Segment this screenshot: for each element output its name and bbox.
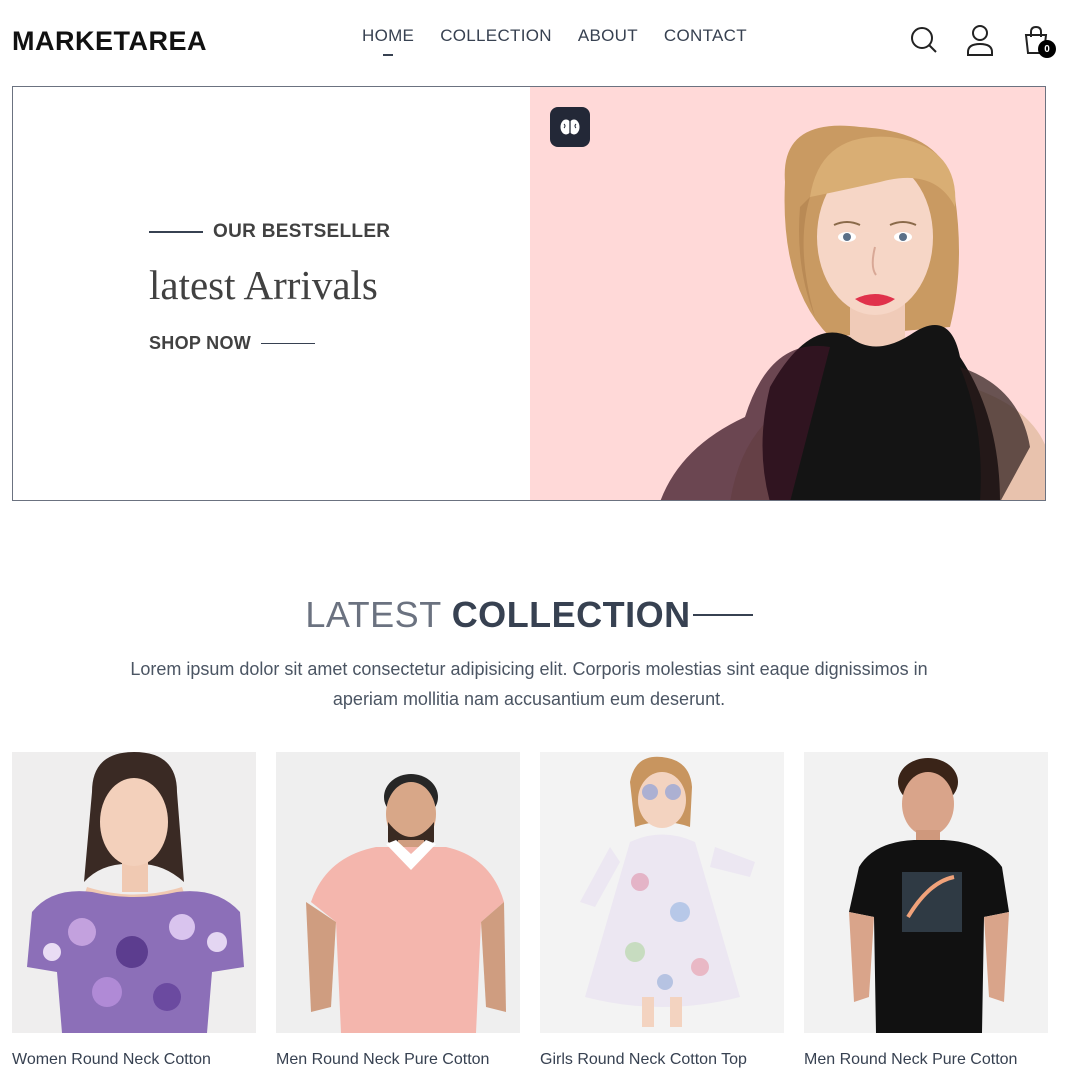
section-title-bold: COLLECTION: [451, 594, 691, 635]
section-title: LATEST COLLECTION: [0, 594, 1058, 636]
product-name[interactable]: Girls Round Neck Cotton Top: [540, 1051, 784, 1069]
product-name[interactable]: Men Round Neck Pure Cotton: [276, 1051, 520, 1069]
product-name[interactable]: Men Round Neck Pure Cotton: [804, 1051, 1048, 1069]
product-image[interactable]: [276, 752, 520, 1033]
product-card[interactable]: Men Round Neck Pure Cotton: [804, 752, 1048, 1069]
hero-banner: OUR BESTSELLER latest Arrivals SHOP NOW: [12, 86, 1046, 501]
product-grid: Women Round Neck Cotton Men Round Neck P…: [12, 752, 1048, 1069]
shop-now-label[interactable]: SHOP NOW: [149, 333, 251, 354]
product-card[interactable]: Women Round Neck Cotton: [12, 752, 256, 1069]
nav-about[interactable]: ABOUT: [578, 26, 638, 46]
hero-eyebrow-row: OUR BESTSELLER: [149, 221, 390, 243]
cart-count-badge: 0: [1038, 40, 1056, 58]
profile-icon[interactable]: [964, 22, 996, 58]
cart-icon[interactable]: 0: [1020, 22, 1056, 58]
product-image[interactable]: [12, 752, 256, 1033]
nav-home[interactable]: HOME: [362, 26, 414, 46]
product-name[interactable]: Women Round Neck Cotton: [12, 1051, 256, 1069]
site-logo[interactable]: MARKETAREA: [12, 26, 207, 57]
search-icon[interactable]: [908, 22, 940, 58]
section-title-line: [692, 614, 753, 616]
section-description: Lorem ipsum dolor sit amet consectetur a…: [130, 659, 928, 709]
eyebrow-line: [149, 231, 203, 233]
hero-eyebrow: OUR BESTSELLER: [213, 221, 391, 242]
hero-title: latest Arrivals: [149, 262, 378, 308]
product-card[interactable]: Men Round Neck Pure Cotton: [276, 752, 520, 1069]
shop-now-link[interactable]: SHOP NOW: [149, 333, 390, 354]
section-title-light: LATEST: [305, 594, 442, 635]
hero-text: OUR BESTSELLER latest Arrivals SHOP NOW: [149, 221, 390, 354]
product-image[interactable]: [804, 752, 1048, 1033]
cta-line: [261, 342, 316, 345]
main-nav: HOME COLLECTION ABOUT CONTACT: [362, 26, 747, 46]
product-card[interactable]: Girls Round Neck Cotton Top: [540, 752, 784, 1069]
hero-text-panel: OUR BESTSELLER latest Arrivals SHOP NOW: [13, 87, 530, 500]
product-image[interactable]: [540, 752, 784, 1033]
nav-contact[interactable]: CONTACT: [664, 26, 747, 46]
hero-image: [529, 87, 1045, 500]
header-icons: 0: [908, 22, 1056, 58]
hero-model-illustration: [660, 125, 1045, 500]
site-header: MARKETAREA HOME COLLECTION ABOUT CONTACT…: [12, 0, 1056, 84]
nav-collection[interactable]: COLLECTION: [440, 26, 552, 46]
